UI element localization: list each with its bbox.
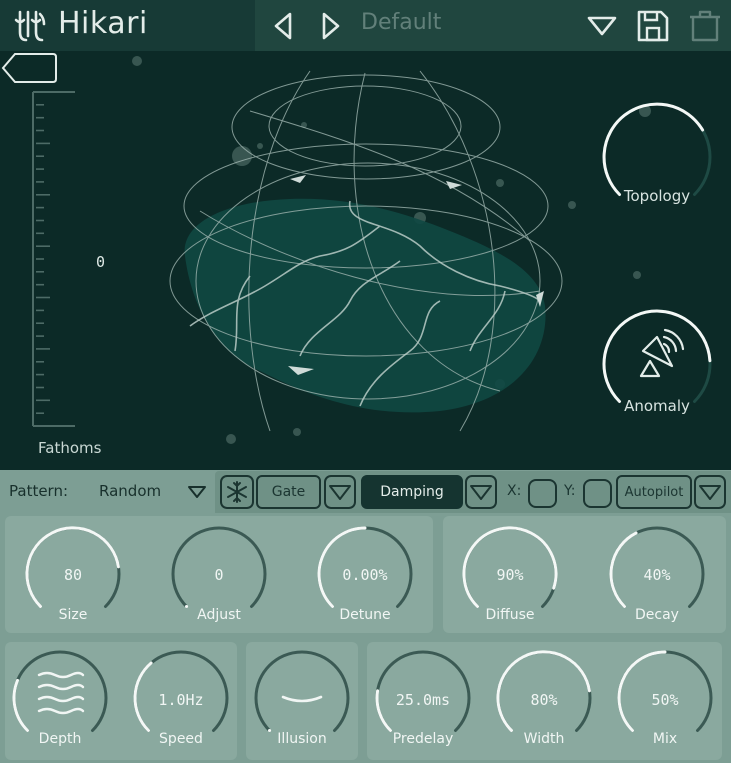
illusion-curve-icon — [281, 695, 323, 703]
illusion-label: Illusion — [277, 731, 327, 747]
header-bar: Hikari Default — [0, 0, 731, 51]
fathoms-value: 0 — [96, 253, 106, 271]
previous-preset-button[interactable] — [267, 9, 301, 43]
depth-knob-track — [12, 650, 108, 732]
depth-knob-fill — [12, 678, 29, 732]
save-preset-icon[interactable] — [636, 9, 670, 43]
width-value: 80% — [530, 691, 558, 709]
speed-value: 1.0Hz — [158, 691, 204, 709]
anomaly-knob[interactable] — [602, 309, 712, 403]
depth-knob[interactable] — [12, 650, 108, 732]
topology-knob[interactable] — [602, 102, 712, 196]
detune-value: 0.00% — [342, 566, 388, 584]
predelay-value: 25.0ms — [395, 691, 451, 709]
topology-label: Topology — [623, 187, 691, 205]
adjust-value: 0 — [214, 566, 224, 584]
decay-label: Decay — [635, 607, 679, 623]
size-label: Size — [58, 607, 88, 623]
next-preset-button[interactable] — [313, 9, 347, 43]
detune-label: Detune — [339, 607, 391, 623]
anomaly-label: Anomaly — [624, 397, 690, 415]
anomaly-knob-fill — [602, 309, 712, 403]
illusion-knob[interactable] — [254, 650, 350, 732]
adjust-label: Adjust — [197, 607, 241, 623]
visualizer-area[interactable]: Fathoms 0 Topology Anomaly — [0, 51, 731, 470]
preset-bar: Default — [255, 0, 731, 51]
satellite-dish-icon — [639, 328, 685, 378]
size-value: 80 — [63, 566, 83, 584]
speed-label: Speed — [159, 731, 203, 747]
app-title: Hikari — [58, 6, 148, 41]
diffuse-value: 90% — [496, 566, 524, 584]
controls-area: Pattern: Random Gate Damping X: Y: Autop… — [0, 470, 731, 763]
decay-value: 40% — [643, 566, 671, 584]
waves-icon — [37, 671, 85, 715]
fathoms-value-box[interactable] — [0, 51, 58, 85]
delete-preset-icon[interactable] — [688, 9, 722, 43]
hikari-logo-icon — [14, 10, 46, 42]
predelay-label: Predelay — [392, 731, 454, 747]
mix-value: 50% — [651, 691, 679, 709]
fathoms-label: Fathoms — [38, 439, 102, 457]
depth-label: Depth — [38, 731, 82, 747]
diffuse-label: Diffuse — [485, 607, 535, 623]
mix-label: Mix — [652, 731, 678, 747]
preset-name[interactable]: Default — [361, 10, 441, 35]
illusion-knob-track — [254, 650, 350, 732]
width-label: Width — [523, 731, 565, 747]
preset-menu-dropdown-icon[interactable] — [585, 9, 619, 43]
topology-knob-fill — [602, 102, 705, 196]
